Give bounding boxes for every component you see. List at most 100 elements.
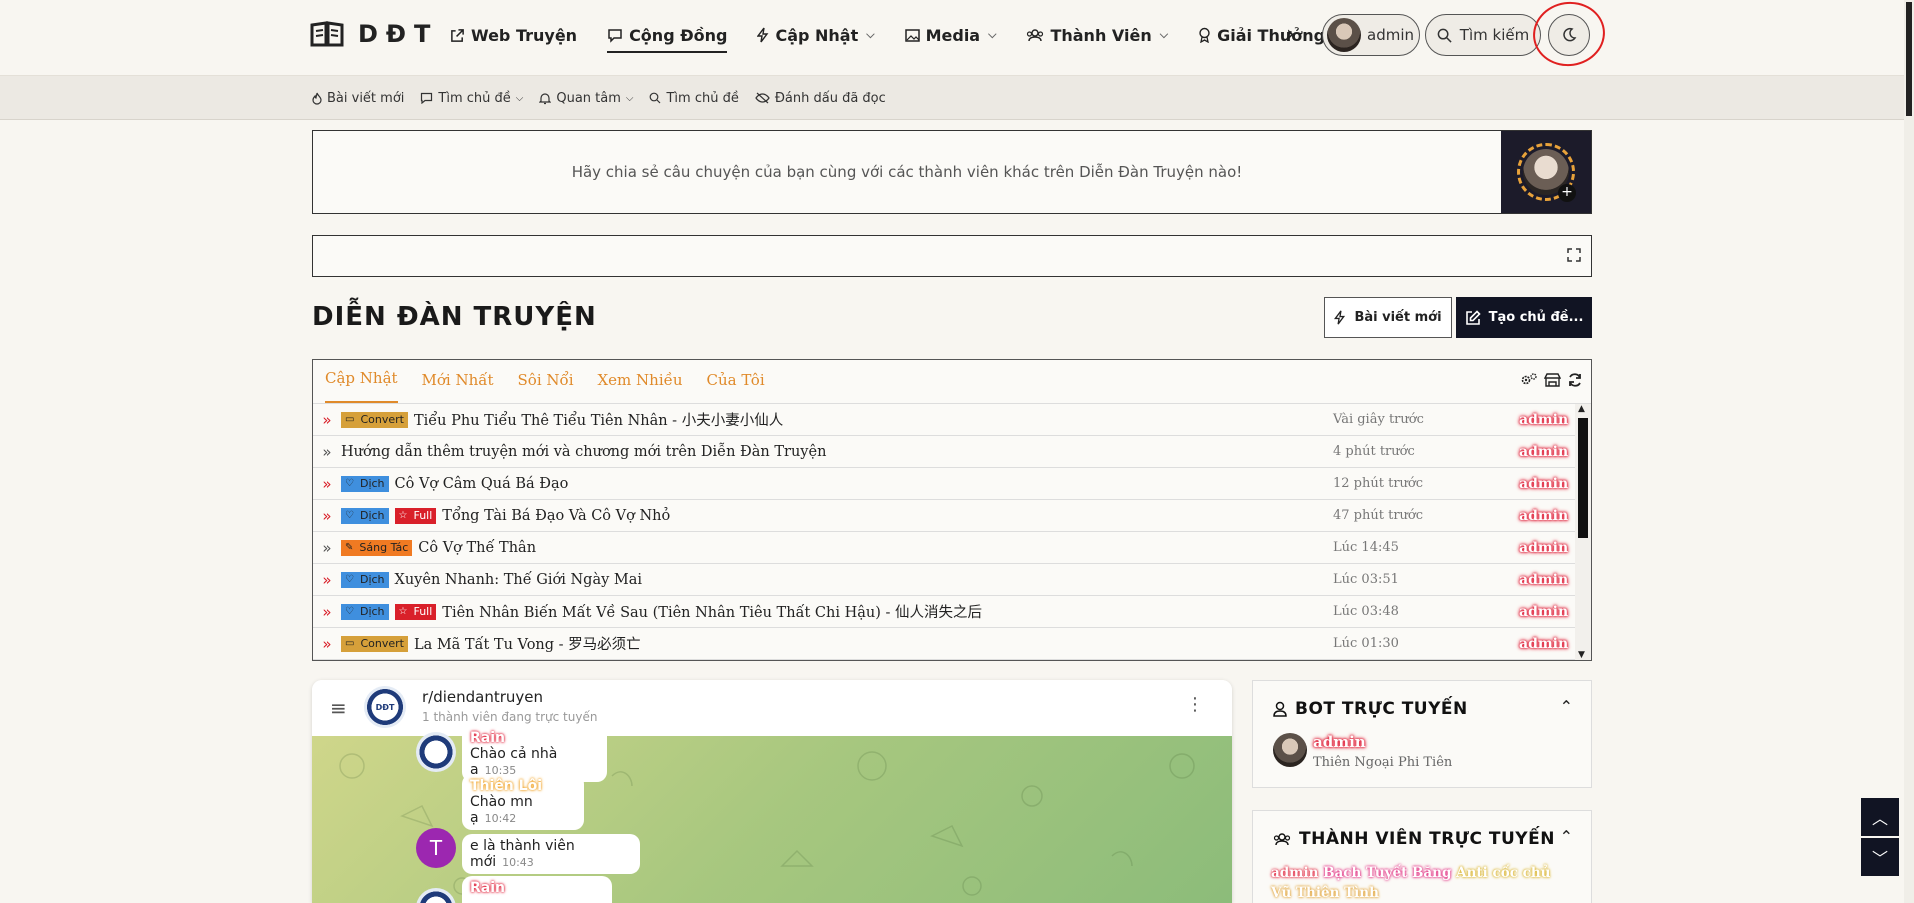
- chat-name[interactable]: r/diendantruyen: [422, 688, 543, 706]
- prefix-tag[interactable]: ☆ Full: [394, 507, 437, 524]
- subnav-mark-read[interactable]: Đánh dấu đã đọc: [755, 91, 886, 106]
- scroll-up-icon[interactable]: ▲: [1578, 404, 1585, 414]
- subnav-find-topic[interactable]: Tìm chủ đề ⌵: [420, 91, 523, 106]
- user-menu-button[interactable]: admin: [1322, 14, 1420, 56]
- page-scrollbar[interactable]: [1904, 0, 1914, 903]
- refresh-icon[interactable]: [1567, 372, 1583, 388]
- thread-author[interactable]: admin: [1519, 604, 1568, 620]
- subnav-label: Đánh dấu đã đọc: [774, 90, 886, 106]
- member-link[interactable]: Vũ Thiên Tình: [1271, 885, 1379, 901]
- avatar: [416, 732, 456, 772]
- subnav-watched[interactable]: Quan tâm ⌵: [539, 91, 633, 106]
- message-sender: Thiên Lôi: [470, 778, 542, 794]
- chevron-up-icon[interactable]: ⌃: [1560, 697, 1573, 716]
- scroll-bottom-button[interactable]: ﹀: [1861, 838, 1899, 876]
- nav-cap-nhat[interactable]: Cập Nhật ⌵: [757, 0, 875, 70]
- nav-scroll-right-icon[interactable]: ›: [1286, 22, 1295, 47]
- scroll-thumb[interactable]: [1578, 418, 1588, 538]
- thread-author[interactable]: admin: [1519, 636, 1568, 652]
- share-story-box[interactable]: Hãy chia sẻ câu chuyện của bạn cùng với …: [312, 130, 1592, 214]
- message-sender: Rain: [470, 730, 505, 746]
- create-topic-button[interactable]: Tạo chủ đề...: [1456, 297, 1592, 338]
- thread-title[interactable]: Tiên Nhân Biến Mất Về Sau (Tiên Nhân Tiê…: [442, 601, 982, 622]
- nav-thanh-vien[interactable]: Thành Viên ⌵: [1026, 0, 1168, 70]
- thread-title[interactable]: Xuyên Nhanh: Thế Giới Ngày Mai: [395, 572, 643, 588]
- prefix-tag[interactable]: ♡ Dịch: [341, 571, 389, 588]
- subnav-new-posts[interactable]: Bài viết mới: [312, 91, 404, 106]
- menu-icon[interactable]: ≡: [330, 696, 347, 720]
- scroll-top-button[interactable]: ︿: [1861, 798, 1899, 836]
- share-prompt[interactable]: Hãy chia sẻ câu chuyện của bạn cùng với …: [313, 131, 1501, 213]
- table-row[interactable]: » ♡ Dịch Cô Vợ Câm Quá Bá Đạo 12 phút trước a…: [313, 468, 1575, 500]
- nav-web-truyen[interactable]: Web Truyện: [450, 0, 577, 70]
- new-posts-button[interactable]: Bài viết mới: [1324, 297, 1452, 338]
- panel-title: THÀNH VIÊN TRỰC TUYẾN: [1273, 829, 1555, 849]
- gears-icon[interactable]: [1520, 372, 1538, 388]
- member-link[interactable]: admin: [1271, 865, 1318, 881]
- prefix-tag[interactable]: ▭ Convert: [341, 635, 408, 652]
- thread-author[interactable]: admin: [1519, 444, 1568, 460]
- more-vertical-icon[interactable]: ⋮: [1186, 694, 1204, 715]
- chevron-up-icon[interactable]: ⌃: [1560, 827, 1573, 846]
- table-row[interactable]: » ✎ Sáng Tác Cô Vợ Thế Thân Lúc 14:45 admin: [313, 532, 1575, 564]
- thread-title[interactable]: La Mã Tất Tu Vong - 罗马必须亡: [414, 633, 641, 654]
- tab-soi-noi[interactable]: Sôi Nổi: [518, 371, 574, 403]
- site-logo[interactable]: DĐT: [310, 20, 438, 48]
- bell-icon: [539, 92, 552, 104]
- chat-message: e là thành viên mới 10:43: [462, 834, 640, 874]
- subnav-search-topic[interactable]: Tìm chủ đề: [649, 91, 739, 106]
- tab-cua-toi[interactable]: Của Tôi: [707, 371, 765, 403]
- thread-author[interactable]: admin: [1519, 412, 1568, 428]
- nav-giai-thuong[interactable]: Giải Thưởng ⌵: [1198, 0, 1341, 70]
- prefix-tag[interactable]: ♡ Dịch: [341, 603, 389, 620]
- expand-icon[interactable]: [1567, 248, 1581, 262]
- prefix-tag[interactable]: ♡ Dịch: [341, 507, 389, 524]
- chevron-up-icon: ︿: [1871, 809, 1888, 828]
- dich-tag-icon: ♡: [345, 478, 354, 489]
- table-row[interactable]: » ▭ Convert La Mã Tất Tu Vong - 罗马必须亡 Lúc 01…: [313, 628, 1575, 660]
- search-button[interactable]: Tìm kiếm: [1425, 14, 1541, 56]
- prefix-tag[interactable]: ▭ Convert: [341, 411, 408, 428]
- thread-title[interactable]: Hướng dẫn thêm truyện mới và chương mới …: [341, 444, 826, 460]
- nav-cong-dong[interactable]: Cộng Đồng: [607, 0, 728, 70]
- member-link[interactable]: Anti cốc chủ: [1456, 865, 1550, 881]
- page-scroll-thumb[interactable]: [1906, 2, 1912, 116]
- tab-xem-nhieu[interactable]: Xem Nhiều: [598, 371, 683, 403]
- dich-tag-icon: ♡: [345, 510, 354, 521]
- tab-moi-nhat[interactable]: Mới Nhất: [422, 371, 494, 403]
- double-chevron-icon: »: [322, 442, 332, 461]
- nav-label: Giải Thưởng: [1217, 25, 1326, 45]
- table-row[interactable]: » ♡ Dịch Xuyên Nhanh: Thế Giới Ngày Mai Lúc …: [313, 564, 1575, 596]
- tab-cap-nhat[interactable]: Cập Nhật: [325, 369, 398, 403]
- thread-scrollbar[interactable]: ▲ ▼: [1575, 404, 1591, 660]
- thread-time: Lúc 01:30: [1333, 636, 1399, 651]
- thread-author[interactable]: admin: [1519, 572, 1568, 588]
- table-row[interactable]: » ▭ Convert Tiểu Phu Tiểu Thê Tiểu Tiên Nhâ…: [313, 404, 1575, 436]
- chat-widget: ≡ DĐT r/diendantruyen 1 thành viên đang …: [312, 680, 1232, 903]
- user-icon: [1273, 701, 1287, 717]
- thread-title[interactable]: Tổng Tài Bá Đạo Và Cô Vợ Nhỏ: [442, 508, 670, 524]
- nav-media[interactable]: Media ⌵: [904, 0, 997, 70]
- button-label: Tạo chủ đề...: [1488, 310, 1584, 325]
- thread-title[interactable]: Tiểu Phu Tiểu Thê Tiểu Tiên Nhân - 小夫小妻小…: [414, 409, 783, 430]
- table-row[interactable]: » Hướng dẫn thêm truyện mới và chương mới…: [313, 436, 1575, 468]
- thread-author[interactable]: admin: [1519, 540, 1568, 556]
- table-row[interactable]: » ♡ Dịch ☆ Full Tổng Tài Bá Đạo Và Cô Vợ Nhỏ 4…: [313, 500, 1575, 532]
- member-link[interactable]: Bạch Tuyết Băng: [1323, 865, 1451, 881]
- bot-name[interactable]: admin: [1313, 733, 1366, 751]
- thread-rows: » ▭ Convert Tiểu Phu Tiểu Thê Tiểu Tiên Nhâ…: [313, 404, 1575, 660]
- prefix-tag[interactable]: ☆ Full: [394, 603, 437, 620]
- chevron-down-icon: ⌵: [625, 92, 634, 104]
- chevron-down-icon: ⌵: [988, 28, 997, 41]
- thread-title[interactable]: Cô Vợ Thế Thân: [418, 540, 536, 556]
- avatar[interactable]: [1273, 733, 1307, 767]
- story-avatar[interactable]: +: [1501, 131, 1591, 213]
- table-row[interactable]: » ♡ Dịch ☆ Full Tiên Nhân Biến Mất Về Sau (Ti…: [313, 596, 1575, 628]
- scroll-down-icon[interactable]: ▼: [1578, 650, 1585, 660]
- thread-author[interactable]: admin: [1519, 508, 1568, 524]
- prefix-tag[interactable]: ✎ Sáng Tác: [341, 539, 413, 556]
- prefix-tag[interactable]: ♡ Dịch: [341, 475, 389, 492]
- thread-author[interactable]: admin: [1519, 476, 1568, 492]
- thread-title[interactable]: Cô Vợ Câm Quá Bá Đạo: [395, 476, 569, 492]
- store-icon[interactable]: [1544, 372, 1561, 388]
